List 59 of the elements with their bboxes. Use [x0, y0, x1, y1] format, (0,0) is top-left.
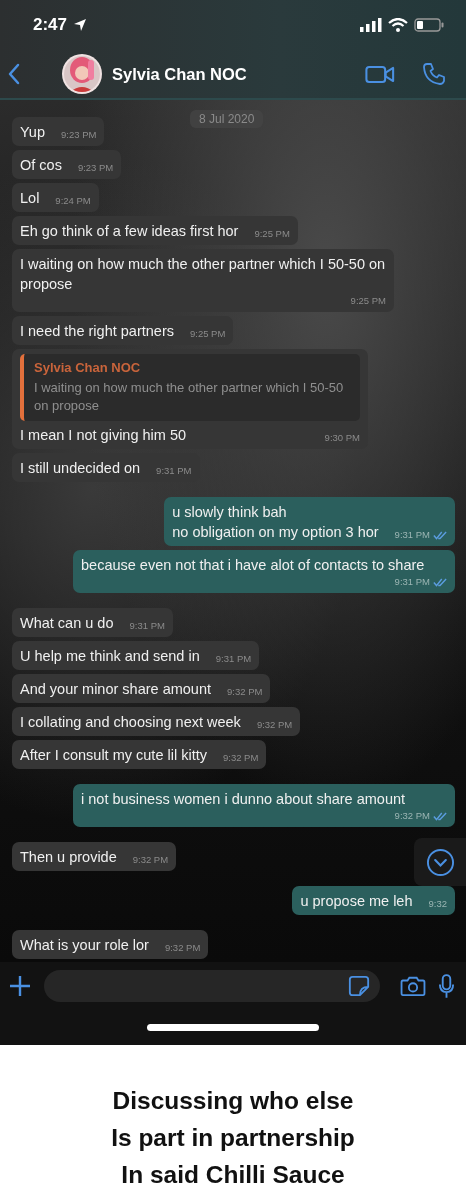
quote-text: I waiting on how much the other partner which I 50-50 on propose — [34, 379, 345, 415]
microphone-icon[interactable] — [438, 973, 455, 999]
message-text: because even not that i have alot of contacts to share — [81, 556, 425, 575]
contact-name[interactable]: Sylvia Chan NOC — [112, 64, 247, 84]
message-time: 9:32 PM — [132, 853, 169, 867]
message-text: I need the right partners — [20, 322, 174, 341]
message-text: Of cos — [20, 156, 62, 175]
message-text: I waiting on how much the other partner which I 50-50 on propose — [20, 255, 386, 294]
scroll-down-button[interactable] — [414, 838, 466, 886]
message-text: U help me think and send in — [20, 647, 200, 666]
message-text: i not business women i dunno about share amount — [81, 790, 406, 809]
quote-author: Sylvia Chan NOC — [34, 360, 142, 375]
message-text: I mean I not giving him 50 — [20, 426, 187, 445]
message-time: 9:23 PM — [61, 128, 97, 142]
message-text: And your minor share amount — [20, 680, 211, 699]
caption-text: Discussing who else Is part in partnership In said Chilli Sauce — [110, 1086, 356, 1190]
message-time: 9:32 PM — [227, 685, 263, 699]
camera-icon[interactable] — [400, 975, 426, 997]
message-text: After I consult my cute lil kitty — [20, 746, 207, 765]
message-time: 9:30 PM — [324, 431, 360, 445]
location-arrow-icon — [73, 18, 88, 32]
message-time: 9:32 PM — [164, 941, 201, 955]
message-text: What can u do — [20, 614, 114, 633]
message-time: 9:31 PM — [215, 652, 252, 666]
sticker-icon[interactable] — [348, 975, 370, 997]
message-time: 9:31 PM — [394, 528, 430, 542]
message-text: Then u provide — [20, 848, 117, 867]
message-text: Lol — [20, 189, 40, 208]
message-time: 9:24 PM — [55, 194, 91, 208]
battery-icon — [414, 18, 444, 32]
message-text: Yup — [20, 123, 45, 142]
message-text: u slowly think bah no obligation on my option 3 hor — [172, 503, 379, 542]
date-chip: 8 Jul 2020 — [190, 110, 264, 128]
message-input-field[interactable] — [44, 970, 380, 1002]
message-time: 9:32 — [428, 897, 447, 911]
message-time: 9:23 PM — [77, 161, 114, 175]
message-text: I still undecided on — [20, 459, 141, 478]
message-text: I collating and choosing next week — [20, 713, 241, 732]
plus-icon[interactable] — [8, 974, 32, 998]
message-time: 9:25 PM — [189, 327, 226, 341]
quoted-message[interactable]: Sylvia Chan NOC I waiting on how much the other partner which I 50-50 on propose — [20, 354, 360, 421]
chevron-down-icon — [425, 847, 455, 877]
message-time: 9:25 PM — [350, 294, 386, 308]
message-time: 9:31 PM — [129, 619, 165, 633]
message-time: 9:31 PM — [394, 575, 430, 589]
wifi-icon — [388, 18, 408, 32]
message-time: 9:31 PM — [156, 464, 192, 478]
message-text: What is your role lor — [20, 936, 149, 955]
message-time: 9:25 PM — [254, 227, 290, 241]
back-icon[interactable] — [8, 63, 20, 85]
status-time: 2:47 — [33, 15, 68, 35]
phone-icon[interactable] — [422, 62, 446, 86]
message-text: Eh go think of a few ideas first hor — [20, 222, 239, 241]
message-time: 9:32 PM — [222, 751, 259, 765]
signal-icon — [360, 18, 382, 32]
message-time: 9:32 PM — [394, 809, 430, 823]
message-text: u propose me leh — [300, 892, 413, 911]
video-call-icon[interactable] — [365, 63, 395, 85]
message-time: 9:32 PM — [256, 718, 293, 732]
